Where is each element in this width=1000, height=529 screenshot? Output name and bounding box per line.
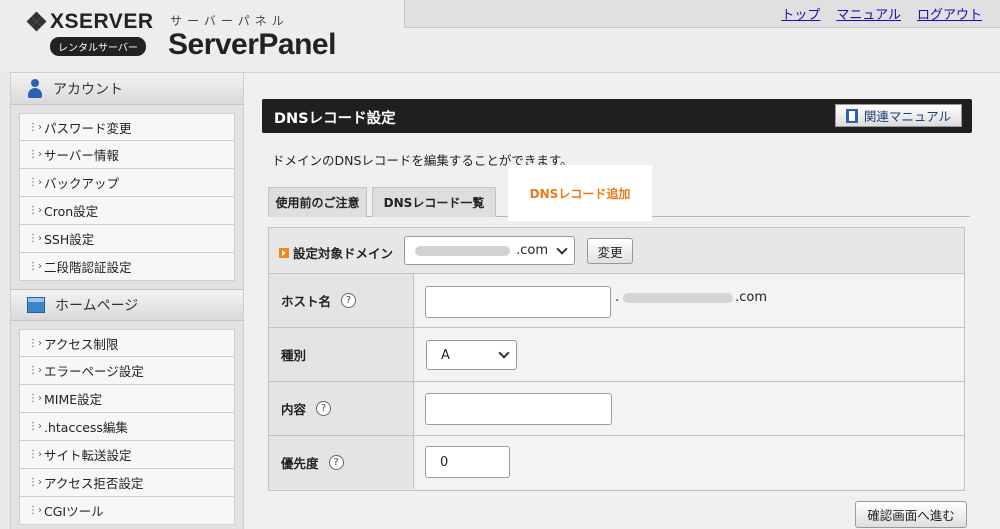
content-label: 内容 ?: [269, 382, 414, 435]
sidebar-item-server-info[interactable]: ⋮› サーバー情報: [19, 141, 235, 169]
sidebar-item-site-redirect[interactable]: ⋮› サイト転送設定: [19, 441, 235, 469]
tab-precautions[interactable]: 使用前のご注意: [268, 187, 367, 217]
sidebar-section-account: アカウント: [11, 73, 243, 105]
sidebar-item-cron[interactable]: ⋮› Cron設定: [19, 197, 235, 225]
chevron-right-icon: ⋮›: [28, 121, 42, 133]
content-value-cell: [415, 382, 964, 435]
tab-bar: 使用前のご注意 DNSレコード一覧 DNSレコード追加: [268, 169, 970, 217]
sidebar-section-title: ホームページ: [55, 298, 139, 314]
sidebar-item-cgi-tools[interactable]: ⋮› CGIツール: [19, 497, 235, 525]
help-icon[interactable]: ?: [328, 455, 344, 470]
content-input[interactable]: [425, 393, 612, 425]
brand-kana: サーバーパネル: [170, 14, 289, 28]
chevron-right-icon: ⋮›: [28, 261, 42, 272]
tab-dns-record-add[interactable]: DNSレコード追加: [512, 169, 648, 217]
homepage-icon: [27, 297, 45, 313]
chevron-right-icon: ⋮›: [28, 337, 42, 349]
redacted-domain: [415, 246, 510, 256]
sidebar: アカウント ⋮› パスワード変更 ⋮› サーバー情報 ⋮› バックアップ ⋮› Cron…: [10, 72, 244, 529]
chevron-right-icon: ⋮›: [28, 477, 42, 488]
redacted-domain: [623, 292, 734, 303]
link-manual[interactable]: マニュアル: [836, 4, 901, 23]
sidebar-item-access-restriction[interactable]: ⋮› アクセス制限: [19, 329, 235, 357]
page-title-bar: DNSレコード設定 関連マニュアル: [262, 99, 972, 133]
priority-input[interactable]: 0: [425, 446, 510, 478]
sidebar-item-two-factor[interactable]: ⋮› 二段階認証設定: [19, 253, 235, 281]
play-square-icon: [279, 247, 289, 258]
link-top[interactable]: トップ: [781, 4, 820, 23]
chevron-down-icon: [556, 243, 568, 255]
sidebar-item-access-deny[interactable]: ⋮› アクセス拒否設定: [19, 469, 235, 497]
sidebar-item-backup[interactable]: ⋮› バックアップ: [19, 169, 235, 197]
logo-word: XSERVER: [50, 10, 154, 33]
main-content: DNSレコード設定 関連マニュアル ドメインのDNSレコードを編集することができ…: [244, 72, 1000, 529]
help-icon[interactable]: ?: [341, 293, 357, 308]
header-links-panel: トップ マニュアル ログアウト: [404, 0, 1000, 28]
chevron-right-icon: ⋮›: [28, 233, 42, 244]
brand-name: ServerPanel: [168, 28, 336, 61]
chevron-right-icon: ⋮›: [28, 149, 42, 160]
chevron-down-icon: [498, 347, 510, 359]
xserver-logo[interactable]: XSERVER レンタルサーバー: [26, 10, 158, 56]
priority-value-cell: 0: [415, 436, 964, 489]
related-manual-button[interactable]: 関連マニュアル: [834, 104, 962, 127]
target-domain-select[interactable]: .com: [404, 236, 575, 265]
link-logout[interactable]: ログアウト: [917, 4, 982, 23]
chevron-right-icon: ⋮›: [28, 449, 42, 460]
chevron-right-icon: ⋮›: [28, 365, 42, 376]
chevron-right-icon: ⋮›: [28, 505, 42, 516]
priority-label: 優先度 ?: [269, 436, 414, 489]
chevron-right-icon: ⋮›: [28, 177, 42, 188]
help-icon[interactable]: ?: [316, 401, 332, 416]
host-domain-suffix: . .com: [615, 290, 768, 305]
host-name-label: ホスト名 ?: [269, 274, 414, 327]
content-row: 内容 ?: [269, 382, 964, 436]
record-type-value-cell: A: [415, 328, 964, 381]
host-name-input[interactable]: [425, 286, 611, 318]
sidebar-section-title: アカウント: [53, 81, 123, 98]
sidebar-item-password[interactable]: ⋮› パスワード変更: [19, 113, 235, 141]
target-domain-label: 設定対象ドメイン: [279, 243, 393, 262]
header: XSERVER レンタルサーバー サーバーパネル ServerPanel トップ…: [0, 0, 1000, 72]
logo-subtitle: レンタルサーバー: [50, 37, 146, 56]
page-title: DNSレコード設定: [274, 111, 396, 127]
record-type-select[interactable]: A: [426, 340, 517, 370]
record-type-label: 種別: [269, 328, 414, 381]
tab-dns-record-list[interactable]: DNSレコード一覧: [372, 187, 496, 217]
xserver-logo-icon: [26, 11, 47, 32]
record-type-row: 種別 A: [269, 328, 964, 382]
host-name-row: ホスト名 ? . .com: [269, 274, 964, 328]
chevron-right-icon: ⋮›: [28, 421, 42, 432]
sidebar-list-homepage: ⋮› アクセス制限 ⋮› エラーページ設定 ⋮› MIME設定 ⋮› .htaccess…: [11, 321, 243, 525]
sidebar-list-account: ⋮› パスワード変更 ⋮› サーバー情報 ⋮› バックアップ ⋮› Cron設定 ⋮› S…: [11, 105, 243, 281]
page-description: ドメインのDNSレコードを編集することができます。: [272, 153, 573, 168]
dns-record-form: 設定対象ドメイン .com 変更 ホスト名 ? . .com 種別 A 内容 ?…: [268, 227, 965, 491]
book-icon: [845, 108, 858, 123]
target-domain-row: 設定対象ドメイン .com 変更: [269, 228, 964, 274]
host-name-value-cell: . .com: [415, 274, 964, 327]
priority-row: 優先度 ? 0: [269, 436, 964, 490]
person-icon: [27, 78, 43, 99]
sidebar-item-mime[interactable]: ⋮› MIME設定: [19, 385, 235, 413]
chevron-right-icon: ⋮›: [28, 205, 42, 216]
change-domain-button[interactable]: 変更: [587, 238, 633, 264]
sidebar-section-homepage: ホームページ: [11, 289, 243, 321]
top-links: トップ マニュアル ログアウト: [781, 4, 982, 23]
sidebar-item-htaccess[interactable]: ⋮› .htaccess編集: [19, 413, 235, 441]
sidebar-item-ssh[interactable]: ⋮› SSH設定: [19, 225, 235, 253]
sidebar-item-error-page[interactable]: ⋮› エラーページ設定: [19, 357, 235, 385]
chevron-right-icon: ⋮›: [28, 393, 42, 404]
proceed-to-confirm-button[interactable]: 確認画面へ進む: [855, 501, 967, 528]
